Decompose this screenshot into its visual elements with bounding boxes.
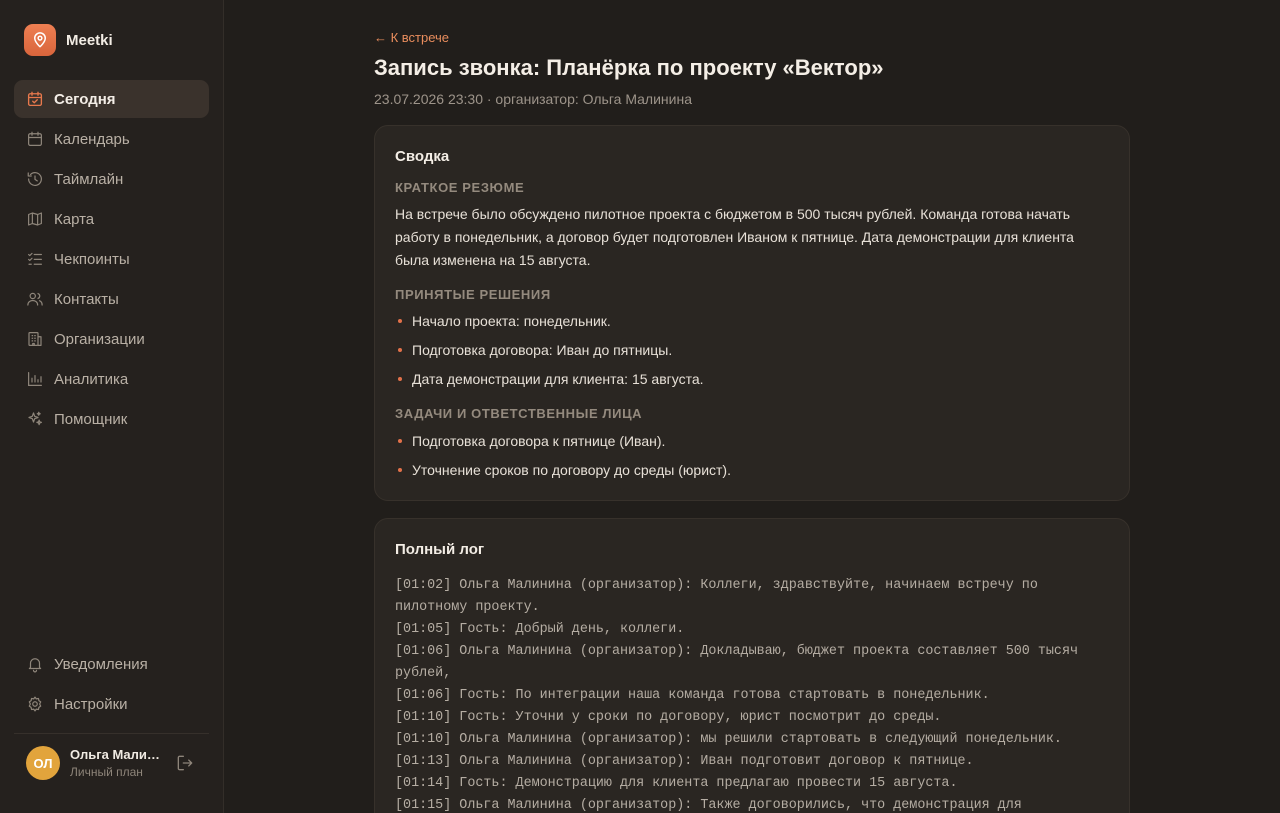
back-link[interactable]: ← К встрече <box>374 30 449 45</box>
log-line: [01:13] Ольга Малинина (организатор): Ив… <box>395 754 974 769</box>
nav-label: Контакты <box>54 290 119 308</box>
list-item: Подготовка договора: Иван до пятницы. <box>395 340 1105 369</box>
user-name: Ольга Малин… <box>70 747 166 762</box>
nav-item-contacts[interactable]: Контакты <box>14 280 209 318</box>
nav-item-map[interactable]: Карта <box>14 200 209 238</box>
nav-item-timeline[interactable]: Таймлайн <box>14 160 209 198</box>
log-text[interactable]: [01:02] Ольга Малинина (организатор): Ко… <box>395 575 1111 813</box>
nav-label: Аналитика <box>54 370 129 388</box>
log-line: [01:15] Ольга Малинина (организатор): Та… <box>395 798 1022 813</box>
log-line: [01:05] Гость: Добрый день, коллеги. <box>395 622 685 637</box>
nav-label: Помощник <box>54 410 128 428</box>
list-item: Подготовка договора к пятнице (Иван). <box>395 431 1105 460</box>
gear-icon <box>26 695 44 713</box>
user-plan: Личный план <box>70 765 143 779</box>
log-card: Полный лог [01:02] Ольга Малинина (орган… <box>374 518 1130 813</box>
log-line: [01:02] Ольга Малинина (организатор): Ко… <box>395 578 1038 615</box>
summary-card: Сводка КРАТКОЕ РЕЗЮМЕ На встрече было об… <box>374 125 1130 501</box>
history-icon <box>26 170 44 188</box>
nav-label: Сегодня <box>54 90 116 108</box>
list-item: Дата демонстрации для клиента: 15 август… <box>395 369 1105 398</box>
log-title: Полный лог <box>395 541 485 558</box>
nav-label: Таймлайн <box>54 170 124 188</box>
nav-item-analytics[interactable]: Аналитика <box>14 360 209 398</box>
checklist-icon <box>26 250 44 268</box>
list-item: Начало проекта: понедельник. <box>395 311 1105 340</box>
log-line: [01:10] Ольга Малинина (организатор): мы… <box>395 732 1062 747</box>
avatar: ОЛ <box>26 746 60 780</box>
log-line: [01:06] Ольга Малинина (организатор): До… <box>395 644 1079 681</box>
calendar-icon <box>26 130 44 148</box>
nav-label: Карта <box>54 210 95 228</box>
nav-item-checkpoints[interactable]: Чекпоинты <box>14 240 209 278</box>
sparkles-icon <box>26 410 44 428</box>
map-icon <box>26 210 44 228</box>
nav-label: Настройки <box>54 695 128 713</box>
summary-title: Сводка <box>395 148 450 165</box>
call-meta: 23.07.2026 23:30 · организатор: Ольга Ма… <box>374 91 692 107</box>
sidebar: Meetki Сегодня Календарь Таймлайн Карта <box>0 0 224 813</box>
nav-label: Чекпоинты <box>54 250 130 268</box>
sidebar-divider <box>14 733 209 734</box>
users-icon <box>26 290 44 308</box>
page-title: Запись звонка: Планёрка по проекту «Вект… <box>374 55 884 80</box>
nav-label: Календарь <box>54 130 130 148</box>
map-pin-icon <box>24 24 56 56</box>
logout-icon[interactable] <box>175 753 195 773</box>
bell-icon <box>26 655 44 673</box>
decisions-label: ПРИНЯТЫЕ РЕШЕНИЯ <box>395 287 551 302</box>
user-profile[interactable]: ОЛ Ольга Малин… Личный план <box>26 745 206 781</box>
decisions-list: Начало проекта: понедельник. Подготовка … <box>395 311 1105 398</box>
building-icon <box>26 330 44 348</box>
brand-name: Meetki <box>66 31 113 49</box>
nav-item-assistant[interactable]: Помощник <box>14 400 209 438</box>
brand[interactable]: Meetki <box>24 24 113 56</box>
main-nav: Сегодня Календарь Таймлайн Карта Чекпоин… <box>14 80 209 440</box>
brief-text: На встрече было обсуждено пилотное проек… <box>395 206 1074 268</box>
nav-item-notifications[interactable]: Уведомления <box>14 645 209 683</box>
brief-label: КРАТКОЕ РЕЗЮМЕ <box>395 180 525 195</box>
bar-chart-icon <box>26 370 44 388</box>
nav-label: Организации <box>54 330 145 348</box>
nav-item-calendar[interactable]: Календарь <box>14 120 209 158</box>
nav-item-organizations[interactable]: Организации <box>14 320 209 358</box>
list-item: Уточнение сроков по договору до среды (ю… <box>395 460 1105 489</box>
tasks-label: ЗАДАЧИ И ОТВЕТСТВЕННЫЕ ЛИЦА <box>395 406 643 421</box>
log-line: [01:14] Гость: Демонстрацию для клиента … <box>395 776 958 791</box>
log-line: [01:06] Гость: По интеграции наша команд… <box>395 688 990 703</box>
calendar-check-icon <box>26 90 44 108</box>
secondary-nav: Уведомления Настройки <box>14 645 209 725</box>
tasks-list: Подготовка договора к пятнице (Иван). Ут… <box>395 431 1105 489</box>
log-line: [01:10] Гость: Уточни у сроки по договор… <box>395 710 942 725</box>
nav-label: Уведомления <box>54 655 148 673</box>
nav-item-today[interactable]: Сегодня <box>14 80 209 118</box>
nav-item-settings[interactable]: Настройки <box>14 685 209 723</box>
